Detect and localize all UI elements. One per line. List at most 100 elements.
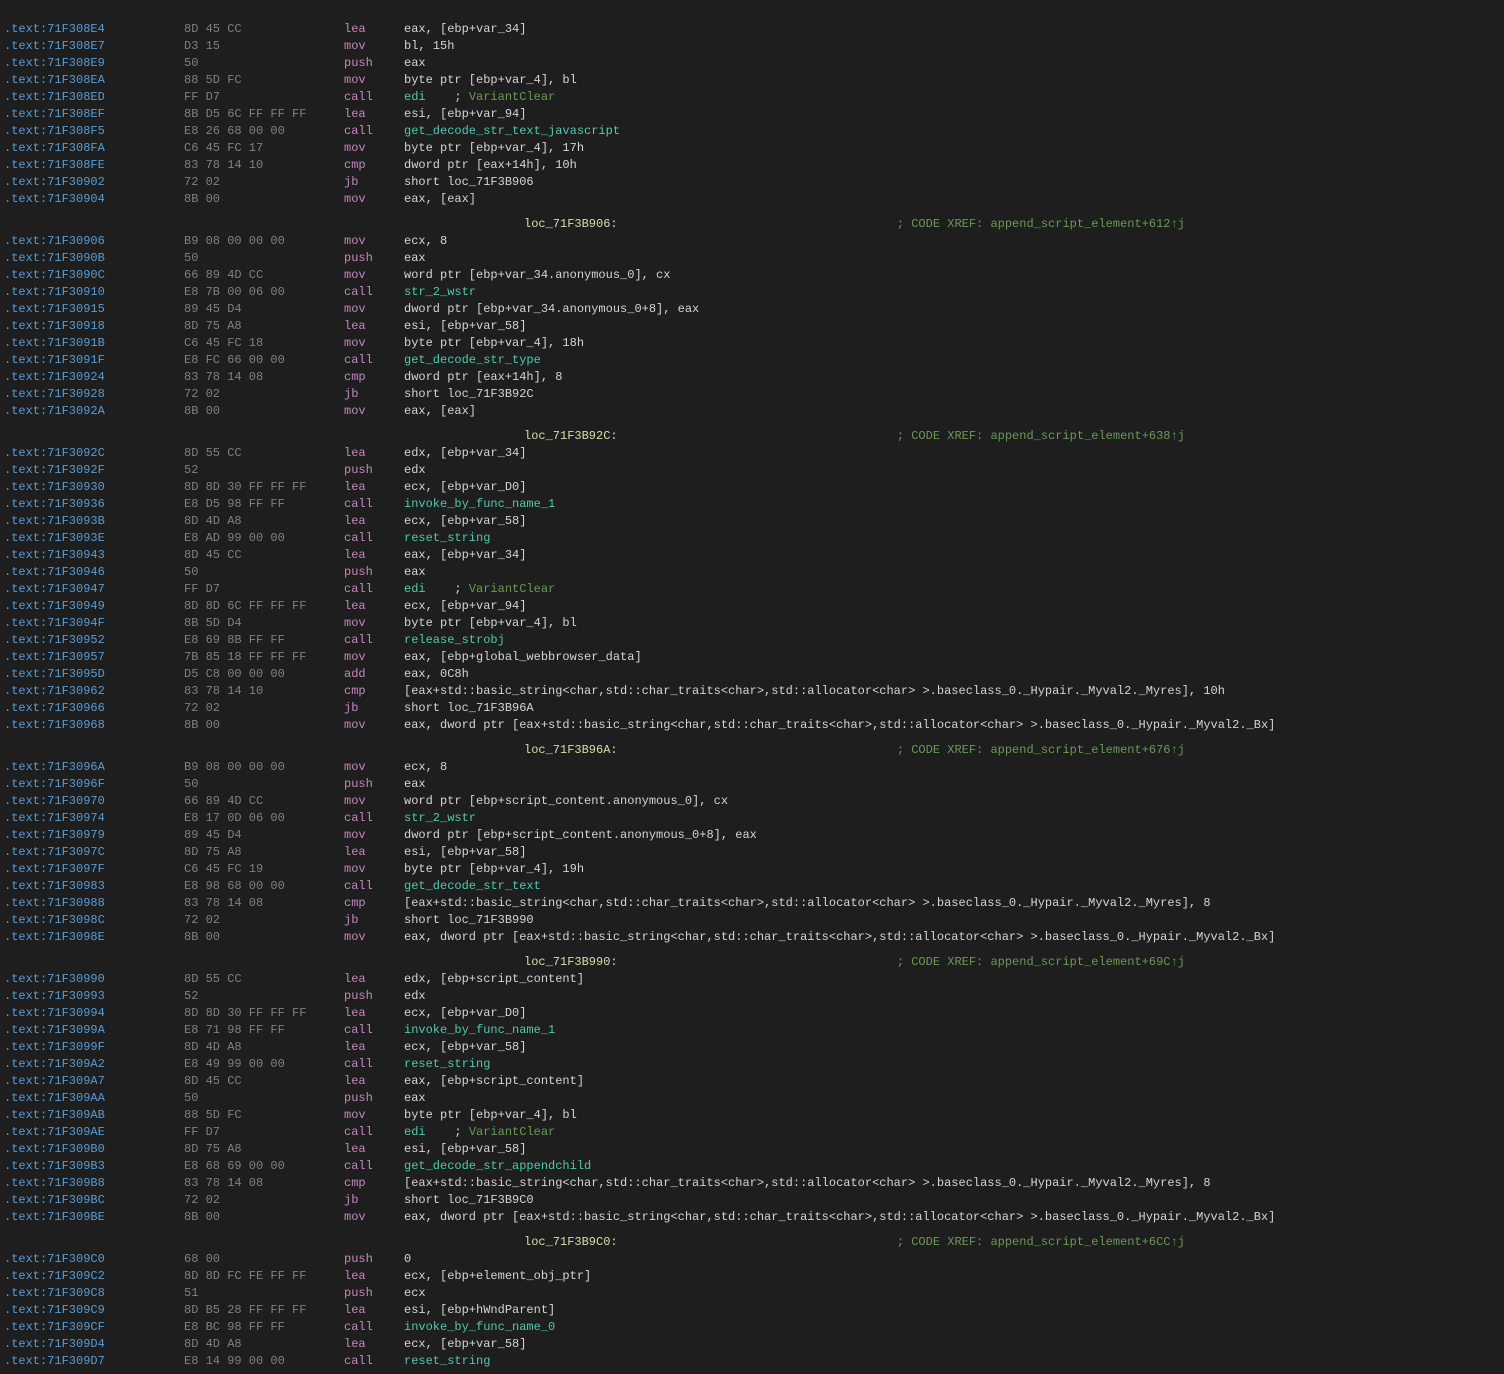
bytes: 7B 85 18 FF FF FF — [184, 649, 344, 666]
operands: byte ptr [ebp+var_4], bl — [404, 72, 1500, 89]
asm-line: .text:71F309B3E8 68 69 00 00callget_deco… — [0, 1158, 1504, 1175]
xref-comment: ; CODE XREF: append_script_element+69C↑j — [724, 954, 1185, 971]
address: .text:71F309C2 — [4, 1268, 184, 1285]
address: .text:71F308E7 — [4, 38, 184, 55]
asm-line: .text:71F3090272 02jbshort loc_71F3B906 — [0, 174, 1504, 191]
operands: ecx, [ebp+element_obj_ptr] — [404, 1268, 1500, 1285]
asm-line: .text:71F3090C66 89 4D CCmovword ptr [eb… — [0, 267, 1504, 284]
asm-line: .text:71F3092C8D 55 CCleaedx, [ebp+var_3… — [0, 445, 1504, 462]
operands: ecx — [404, 1285, 1500, 1302]
bytes: 8B 00 — [184, 929, 344, 946]
mnemonic: call — [344, 123, 404, 140]
mnemonic: mov — [344, 335, 404, 352]
address: .text:71F30928 — [4, 386, 184, 403]
label-line: loc_71F3B92C: ; CODE XREF: append_script… — [0, 428, 1504, 445]
bytes: 8D 45 CC — [184, 1073, 344, 1090]
mnemonic: jb — [344, 700, 404, 717]
asm-line: .text:71F3090B50pusheax — [0, 250, 1504, 267]
operands: dword ptr [eax+14h], 8 — [404, 369, 1500, 386]
operands: edi ; VariantClear — [404, 89, 1500, 106]
operands: ecx, [ebp+var_D0] — [404, 479, 1500, 496]
mnemonic: lea — [344, 971, 404, 988]
operands: ecx, 8 — [404, 233, 1500, 250]
asm-line: .text:71F309AB88 5D FCmovbyte ptr [ebp+v… — [0, 1107, 1504, 1124]
mnemonic: lea — [344, 1302, 404, 1319]
bytes: 89 45 D4 — [184, 301, 344, 318]
bytes: 8D 75 A8 — [184, 1141, 344, 1158]
mnemonic: cmp — [344, 157, 404, 174]
address: .text:71F309CF — [4, 1319, 184, 1336]
empty-line — [0, 946, 1504, 954]
label-name: loc_71F3B9C0: — [524, 1234, 724, 1251]
label-line: loc_71F3B906: ; CODE XREF: append_script… — [0, 216, 1504, 233]
operands: edx — [404, 462, 1500, 479]
address: .text:71F30906 — [4, 233, 184, 250]
operands: short loc_71F3B92C — [404, 386, 1500, 403]
operands: byte ptr [ebp+var_4], bl — [404, 1107, 1500, 1124]
asm-line: .text:71F309948D 8D 30 FF FF FFleaecx, [… — [0, 1005, 1504, 1022]
address: .text:71F3094F — [4, 615, 184, 632]
bytes: E8 26 68 00 00 — [184, 123, 344, 140]
mnemonic: cmp — [344, 369, 404, 386]
asm-line: .text:71F309308D 8D 30 FF FF FFleaecx, [… — [0, 479, 1504, 496]
asm-line: .text:71F30936E8 D5 98 FF FFcallinvoke_b… — [0, 496, 1504, 513]
operands: dword ptr [ebp+script_content.anonymous_… — [404, 827, 1500, 844]
bytes: 89 45 D4 — [184, 827, 344, 844]
address: .text:71F309C9 — [4, 1302, 184, 1319]
asm-line: .text:71F309B883 78 14 08cmp[eax+std::ba… — [0, 1175, 1504, 1192]
asm-line: .text:71F309BC72 02jbshort loc_71F3B9C0 — [0, 1192, 1504, 1209]
bytes: 8B 00 — [184, 1209, 344, 1226]
bytes: 72 02 — [184, 912, 344, 929]
asm-line: .text:71F309188D 75 A8leaesi, [ebp+var_5… — [0, 318, 1504, 335]
mnemonic: push — [344, 1285, 404, 1302]
operands: release_strobj — [404, 632, 1500, 649]
bytes: 50 — [184, 1090, 344, 1107]
operands: eax, dword ptr [eax+std::basic_string<ch… — [404, 929, 1500, 946]
address: .text:71F30946 — [4, 564, 184, 581]
operands: eax — [404, 1090, 1500, 1107]
asm-line: .text:71F309438D 45 CCleaeax, [ebp+var_3… — [0, 547, 1504, 564]
operands: ecx, [ebp+var_D0] — [404, 1005, 1500, 1022]
bytes: E8 FC 66 00 00 — [184, 352, 344, 369]
operands: esi, [ebp+hWndParent] — [404, 1302, 1500, 1319]
address: .text:71F3090B — [4, 250, 184, 267]
operands: bl, 15h — [404, 38, 1500, 55]
operands: reset_string — [404, 1353, 1500, 1370]
mnemonic: mov — [344, 38, 404, 55]
empty-line — [0, 1226, 1504, 1234]
address: .text:71F30968 — [4, 717, 184, 734]
bytes: FF D7 — [184, 581, 344, 598]
asm-line: .text:71F30983E8 98 68 00 00callget_deco… — [0, 878, 1504, 895]
address: .text:71F30974 — [4, 810, 184, 827]
bytes: 8D 55 CC — [184, 971, 344, 988]
address: .text:71F309AE — [4, 1124, 184, 1141]
asm-line: .text:71F30910E8 7B 00 06 00callstr_2_ws… — [0, 284, 1504, 301]
bytes: 8D 45 CC — [184, 21, 344, 38]
mnemonic: mov — [344, 861, 404, 878]
operands: eax — [404, 776, 1500, 793]
operands: ecx, [ebp+var_94] — [404, 598, 1500, 615]
mnemonic: call — [344, 1319, 404, 1336]
asm-line: .text:71F308FAC6 45 FC 17movbyte ptr [eb… — [0, 140, 1504, 157]
asm-line: .text:71F309B08D 75 A8leaesi, [ebp+var_5… — [0, 1141, 1504, 1158]
mnemonic: mov — [344, 233, 404, 250]
address: .text:71F309B8 — [4, 1175, 184, 1192]
mnemonic: lea — [344, 21, 404, 38]
mnemonic: cmp — [344, 683, 404, 700]
mnemonic: lea — [344, 513, 404, 530]
mnemonic: lea — [344, 1268, 404, 1285]
address: .text:71F30904 — [4, 191, 184, 208]
operands: short loc_71F3B9C0 — [404, 1192, 1500, 1209]
bytes: E8 71 98 FF FF — [184, 1022, 344, 1039]
bytes: 8B D5 6C FF FF FF — [184, 106, 344, 123]
asm-line: .text:71F3096283 78 14 10cmp[eax+std::ba… — [0, 683, 1504, 700]
mnemonic: lea — [344, 1039, 404, 1056]
address: .text:71F309D4 — [4, 1336, 184, 1353]
operands: eax, 0C8h — [404, 666, 1500, 683]
bytes: 8D 4D A8 — [184, 1039, 344, 1056]
asm-line: .text:71F3099352pushedx — [0, 988, 1504, 1005]
operands: eax, [ebp+script_content] — [404, 1073, 1500, 1090]
address: .text:71F3098C — [4, 912, 184, 929]
xref-comment: ; CODE XREF: append_script_element+638↑j — [724, 428, 1185, 445]
asm-line: .text:71F30906B9 08 00 00 00movecx, 8 — [0, 233, 1504, 250]
